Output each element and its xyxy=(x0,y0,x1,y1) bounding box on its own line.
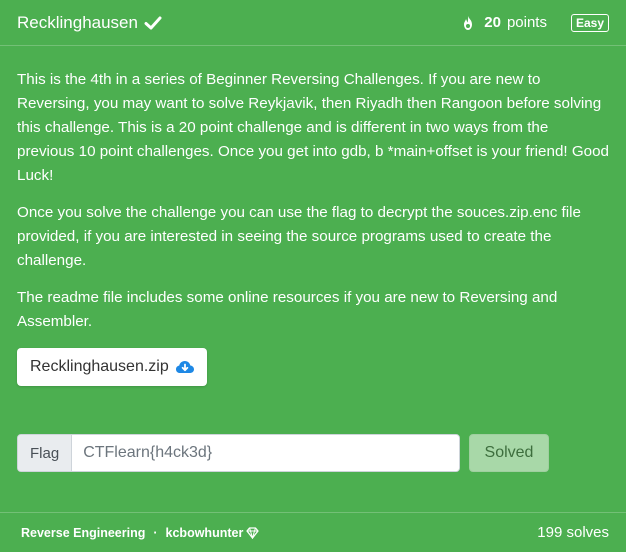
file-name: Recklinghausen.zip xyxy=(30,358,169,375)
card-footer: Reverse Engineering · kcbowhunter 199 so… xyxy=(0,512,626,552)
fire-icon xyxy=(460,15,476,31)
difficulty-badge: Easy xyxy=(570,13,609,32)
description-paragraph: Once you solve the challenge you can use… xyxy=(17,204,581,269)
points-display: 20 points xyxy=(460,14,547,31)
solved-button[interactable]: Solved xyxy=(469,434,549,472)
header-meta: 20 points Easy xyxy=(460,13,609,32)
check-icon xyxy=(144,14,162,32)
flag-input[interactable] xyxy=(72,435,459,471)
flag-input-group: Flag xyxy=(17,434,460,472)
challenge-card: Recklinghausen 20 points Easy This is th… xyxy=(0,0,626,552)
title-group: Recklinghausen xyxy=(17,13,162,33)
download-file-button[interactable]: Recklinghausen.zip xyxy=(17,348,207,386)
flag-addon-label: Flag xyxy=(18,435,73,471)
author-link[interactable]: kcbowhunter xyxy=(166,526,244,540)
cloud-download-icon xyxy=(175,359,195,375)
challenge-title: Recklinghausen xyxy=(17,12,138,32)
description-paragraph: This is the 4th in a series of Beginner … xyxy=(17,71,609,184)
card-header: Recklinghausen 20 points Easy xyxy=(0,0,626,46)
description-paragraph: The readme file includes some online res… xyxy=(17,289,558,330)
points-value: 20 xyxy=(484,14,501,31)
author-group: kcbowhunter xyxy=(166,526,260,540)
points-label: points xyxy=(506,14,547,31)
diamond-icon xyxy=(246,526,259,539)
footer-meta: Reverse Engineering · kcbowhunter xyxy=(21,526,259,540)
solve-count: 199 solves xyxy=(537,524,609,541)
category-link[interactable]: Reverse Engineering xyxy=(21,526,145,540)
flag-form: Flag Solved xyxy=(17,434,609,472)
card-body: This is the 4th in a series of Beginner … xyxy=(0,46,626,472)
separator: · xyxy=(153,525,158,540)
